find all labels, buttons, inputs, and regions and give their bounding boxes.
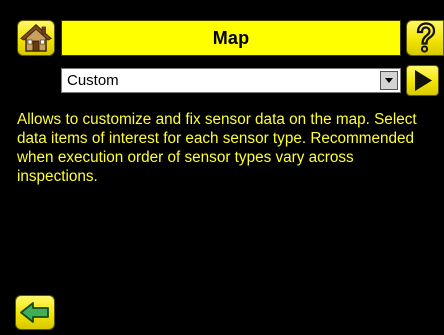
help-button[interactable] (406, 20, 444, 56)
mode-description: Allows to customize and fix sensor data … (17, 111, 417, 185)
back-button[interactable] (15, 295, 55, 330)
chevron-down-icon (385, 78, 393, 83)
map-screen: Map Custom Allows to customize and fix s… (0, 0, 444, 335)
help-icon (416, 22, 436, 53)
arrow-left-icon (20, 302, 49, 323)
mode-select[interactable]: Custom (61, 68, 401, 93)
arrow-right-icon (415, 70, 432, 91)
dropdown-arrow-button[interactable] (380, 71, 398, 90)
next-button[interactable] (406, 65, 439, 96)
home-button[interactable] (17, 20, 55, 56)
mode-select-value: Custom (67, 72, 119, 89)
home-icon (20, 23, 52, 52)
page-title: Map (212, 27, 250, 48)
title-bar: Map (61, 20, 401, 56)
